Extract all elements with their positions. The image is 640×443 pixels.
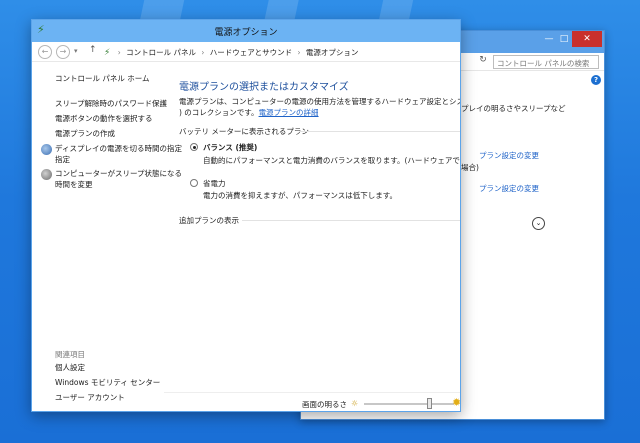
- battery-meter-plans-header: バッテリ メーターに表示されるプラン: [179, 127, 309, 136]
- sidebar-item-sleep-time-cont[interactable]: 時間を変更: [55, 179, 93, 190]
- description-text: 電源プランは、コンピューターの電源の使用方法を管理するハードウェア設定とシステム…: [179, 97, 460, 106]
- sidebar-item-mobility-center[interactable]: Windows モビリティ センター: [55, 377, 160, 388]
- back-button[interactable]: ←: [38, 45, 52, 59]
- window-titlebar[interactable]: ⚡ 電源オプション: [32, 20, 460, 42]
- up-button[interactable]: ↑: [89, 45, 97, 55]
- brightness-slider-thumb[interactable]: [426, 398, 432, 409]
- refresh-icon[interactable]: ↻: [477, 55, 489, 69]
- forward-button[interactable]: →: [56, 45, 70, 59]
- brightness-slider-track[interactable]: [364, 403, 454, 405]
- section-divider: [299, 131, 460, 132]
- change-plan-settings-link-saver[interactable]: プラン設定の変更: [479, 183, 539, 194]
- close-button[interactable]: ✕: [572, 31, 602, 47]
- breadcrumb-separator[interactable]: ›: [115, 48, 124, 57]
- brightness-high-icon: ✹: [452, 396, 461, 409]
- brightness-low-icon: ☼: [351, 399, 359, 408]
- breadcrumb: ⚡ › コントロール パネル › ハードウェアとサウンド › 電源オプション: [104, 47, 358, 58]
- sidebar-item-wake-password[interactable]: スリープ解除時のパスワード保護: [55, 98, 167, 109]
- plan-radio-balanced[interactable]: [190, 143, 198, 151]
- sidebar-item-display-off[interactable]: ディスプレイの電源を切る時間の指定: [55, 143, 182, 154]
- breadcrumb-control-panel[interactable]: コントロール パネル: [126, 48, 196, 57]
- help-icon[interactable]: ?: [591, 75, 601, 85]
- sidebar-item-personalization[interactable]: 個人設定: [55, 362, 85, 373]
- maximize-button[interactable]: □: [556, 31, 572, 47]
- plan-description-balanced: 自動的にパフォーマンスと電力消費のバランスを取ります。(ハードウェアでサポートさ…: [203, 156, 460, 165]
- section-divider: [242, 220, 460, 221]
- description-text-part: ) のコレクションです。: [179, 108, 259, 117]
- change-plan-settings-link-balanced[interactable]: プラン設定の変更: [479, 150, 539, 161]
- sidebar: コントロール パネル ホーム スリープ解除時のパスワード保護 電源ボタンの動作を…: [32, 62, 182, 411]
- control-panel-icon: ⚡: [104, 48, 111, 58]
- sidebar-item-sleep-time[interactable]: コンピューターがスリープ状態になる: [55, 168, 182, 179]
- minimize-button[interactable]: —: [542, 31, 556, 47]
- power-options-window[interactable]: ⚡ 電源オプション ← → ▾ ↑ ⚡ › コントロール パネル › ハードウェ…: [31, 19, 461, 412]
- main-content: 電源プランの選択またはカスタマイズ 電源プランは、コンピューターの電源の使用方法…: [164, 62, 460, 392]
- search-input[interactable]: コントロール パネルの検索: [493, 55, 599, 69]
- back-window-description-tail: プレイの明るさやスリープなど: [461, 104, 566, 113]
- expand-chevron-icon[interactable]: ⌄: [532, 217, 545, 230]
- brightness-bar: 画面の明るさ ☼ ✹: [164, 392, 461, 411]
- address-bar: ← → ▾ ↑ ⚡ › コントロール パネル › ハードウェアとサウンド › 電…: [32, 42, 460, 62]
- power-plan-details-link[interactable]: 電源プランの詳細: [259, 108, 319, 117]
- see-also-header: 関連項目: [55, 350, 85, 359]
- show-additional-plans-header[interactable]: 追加プランの表示: [179, 215, 239, 226]
- sidebar-item-user-accounts[interactable]: ユーザー アカウント: [55, 392, 125, 403]
- window-title: 電源オプション: [214, 28, 278, 38]
- plan-name-power-saver[interactable]: 省電力: [203, 178, 226, 189]
- description-text-cont: ) のコレクションです。電源プランの詳細: [179, 107, 319, 118]
- plan-radio-power-saver[interactable]: [190, 179, 198, 187]
- sidebar-item-home[interactable]: コントロール パネル ホーム: [55, 73, 150, 84]
- history-dropdown-icon[interactable]: ▾: [74, 47, 78, 55]
- breadcrumb-separator[interactable]: ›: [295, 48, 304, 57]
- breadcrumb-hardware-sound[interactable]: ハードウェアとサウンド: [210, 48, 292, 57]
- page-title: 電源プランの選択またはカスタマイズ: [179, 82, 349, 93]
- sleep-icon: [41, 169, 52, 180]
- breadcrumb-separator[interactable]: ›: [198, 48, 207, 57]
- plan-name-balanced[interactable]: バランス (推奨): [203, 142, 257, 153]
- breadcrumb-power-options[interactable]: 電源オプション: [306, 48, 359, 57]
- brightness-label: 画面の明るさ: [302, 400, 347, 409]
- display-icon: [41, 144, 52, 155]
- plan-description-power-saver: 電力の消費を抑えますが、パフォーマンスは低下します。: [203, 191, 397, 200]
- sidebar-item-create-plan[interactable]: 電源プランの作成: [55, 128, 115, 139]
- back-window-paren-text: 場合): [461, 163, 479, 172]
- sidebar-item-display-off-cont[interactable]: 指定: [55, 154, 70, 165]
- sidebar-item-power-button[interactable]: 電源ボタンの動作を選択する: [55, 113, 153, 124]
